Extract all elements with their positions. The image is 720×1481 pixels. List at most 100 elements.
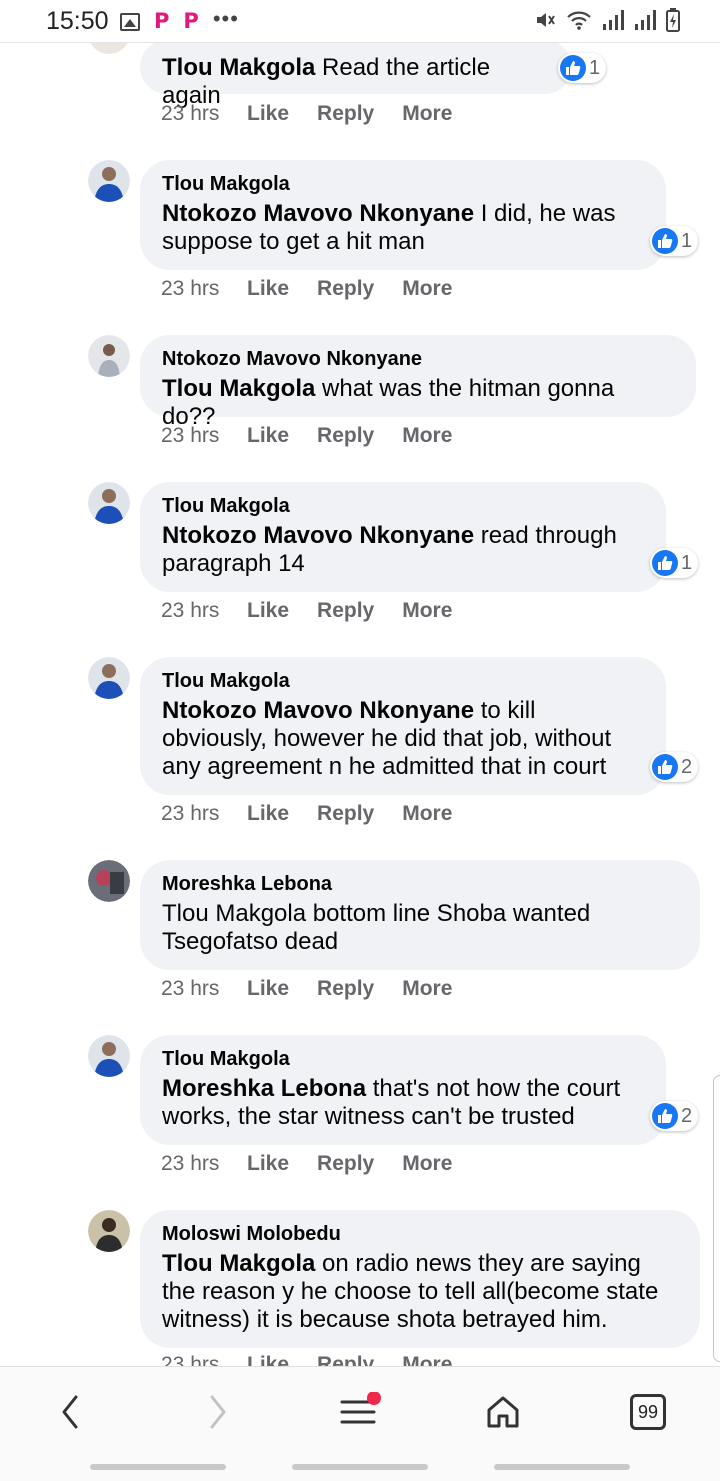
comment-author[interactable]: Tlou Makgola — [162, 172, 644, 196]
comment-author[interactable]: Tlou Makgola — [162, 669, 644, 693]
tabs-count: 99 — [637, 1401, 659, 1422]
thumbs-up-icon — [652, 1103, 678, 1129]
reply-button[interactable]: Reply — [317, 277, 374, 301]
more-button[interactable]: More — [402, 277, 452, 301]
thumbs-up-icon — [652, 550, 678, 576]
comment-text: Ntokozo Mavovo Nkonyane read through par… — [162, 522, 622, 578]
tabs-icon: 99 — [630, 1394, 666, 1430]
comment-mention[interactable]: Ntokozo Mavovo Nkonyane — [162, 697, 474, 724]
wifi-icon — [567, 11, 591, 30]
comment-author[interactable]: Ntokozo Mavovo Nkonyane — [162, 347, 674, 371]
like-button[interactable]: Like — [247, 277, 289, 301]
more-button[interactable]: More — [402, 977, 452, 1001]
comment-actions: 23 hrs Like Reply More — [161, 599, 480, 623]
avatar[interactable] — [88, 657, 130, 699]
comment-actions: 23 hrs Like Reply More — [161, 977, 480, 1001]
comment-bubble[interactable]: Tlou Makgola Read the article again — [140, 40, 572, 109]
more-button[interactable]: More — [402, 424, 452, 448]
reply-button[interactable]: Reply — [317, 802, 374, 826]
comment-bubble[interactable]: Tlou Makgola Ntokozo Mavovo Nkonyane to … — [140, 657, 666, 795]
comment-time: 23 hrs — [161, 802, 220, 825]
chevron-left-icon — [62, 1395, 78, 1429]
forward-button[interactable] — [193, 1389, 243, 1435]
back-button[interactable] — [45, 1389, 95, 1435]
like-button[interactable]: Like — [247, 802, 289, 826]
edge-panel-handle[interactable] — [713, 1075, 720, 1362]
status-time: 15:50 — [46, 7, 109, 35]
comment-time: 23 hrs — [161, 977, 220, 1000]
reply-button[interactable]: Reply — [317, 102, 374, 126]
thumbs-up-icon — [560, 55, 586, 81]
comment-bubble[interactable]: Moreshka Lebona Tlou Makgola bottom line… — [140, 860, 700, 970]
avatar[interactable] — [88, 860, 130, 902]
comment-mention[interactable]: Ntokozo Mavovo Nkonyane — [162, 200, 474, 227]
like-count: 2 — [681, 755, 693, 778]
comment-bubble[interactable]: Tlou Makgola Moreshka Lebona that's not … — [140, 1035, 666, 1145]
like-button[interactable]: Like — [247, 599, 289, 623]
reply-button[interactable]: Reply — [317, 1152, 374, 1176]
system-icons — [534, 8, 680, 32]
comment-time: 23 hrs — [161, 424, 220, 447]
comment-time: 23 hrs — [161, 1353, 220, 1366]
thumbs-up-icon — [652, 754, 678, 780]
status-bar: 15:50 𝗣 𝗣 ••• — [0, 0, 720, 43]
like-button[interactable]: Like — [247, 424, 289, 448]
home-button[interactable] — [478, 1389, 528, 1435]
comment-author[interactable]: Moloswi Molobedu — [162, 1222, 678, 1246]
comment-mention[interactable]: Tlou Makgola — [162, 1250, 315, 1277]
gallery-icon — [120, 12, 140, 31]
like-button[interactable]: Like — [247, 977, 289, 1001]
comment-bubble[interactable]: Tlou Makgola Ntokozo Mavovo Nkonyane I d… — [140, 160, 666, 270]
more-notifications-icon: ••• — [212, 5, 239, 31]
more-button[interactable]: More — [402, 1152, 452, 1176]
like-button[interactable]: Like — [247, 1353, 289, 1366]
mute-icon — [537, 13, 555, 27]
avatar[interactable] — [88, 160, 130, 202]
avatar[interactable] — [88, 482, 130, 524]
like-reaction[interactable]: 1 — [650, 548, 699, 578]
comment-bubble[interactable]: Ntokozo Mavovo Nkonyane Tlou Makgola wha… — [140, 335, 696, 430]
tabs-button[interactable]: 99 — [623, 1389, 673, 1435]
gesture-bar[interactable] — [90, 1464, 226, 1470]
comment-time: 23 hrs — [161, 599, 220, 622]
gesture-bar[interactable] — [292, 1464, 428, 1470]
more-button[interactable]: More — [402, 102, 452, 126]
comment-mention[interactable]: Moreshka Lebona — [162, 1075, 366, 1102]
menu-button[interactable] — [334, 1389, 384, 1435]
reply-button[interactable]: Reply — [317, 977, 374, 1001]
like-reaction[interactable]: 1 — [558, 53, 607, 83]
comment-mention[interactable]: Ntokozo Mavovo Nkonyane — [162, 522, 474, 549]
comment-text: Ntokozo Mavovo Nkonyane I did, he was su… — [162, 200, 644, 256]
more-button[interactable]: More — [402, 802, 452, 826]
signal-icon — [635, 10, 656, 30]
more-button[interactable]: More — [402, 1353, 452, 1366]
like-button[interactable]: Like — [247, 1152, 289, 1176]
avatar[interactable] — [88, 1210, 130, 1252]
comment-bubble[interactable]: Moloswi Molobedu Tlou Makgola on radio n… — [140, 1210, 700, 1348]
comment-actions: 23 hrs Like Reply More — [161, 1353, 480, 1366]
like-count: 1 — [681, 229, 693, 252]
reply-button[interactable]: Reply — [317, 1353, 374, 1366]
comment-mention[interactable]: Tlou Makgola — [162, 375, 315, 402]
avatar[interactable] — [88, 1035, 130, 1077]
comment-actions: 23 hrs Like Reply More — [161, 102, 480, 126]
comment-author[interactable]: Tlou Makgola — [162, 1047, 644, 1071]
comment-bubble[interactable]: Tlou Makgola Ntokozo Mavovo Nkonyane rea… — [140, 482, 666, 592]
reply-button[interactable]: Reply — [317, 424, 374, 448]
like-button[interactable]: Like — [247, 102, 289, 126]
comment-mention[interactable]: Tlou Makgola — [162, 54, 315, 81]
comment-actions: 23 hrs Like Reply More — [161, 277, 480, 301]
comment-actions: 23 hrs Like Reply More — [161, 424, 480, 448]
like-reaction[interactable]: 2 — [650, 1101, 699, 1131]
comment-author[interactable]: Moreshka Lebona — [162, 872, 678, 896]
like-reaction[interactable]: 2 — [650, 752, 699, 782]
avatar[interactable] — [88, 335, 130, 377]
comment-thread: Tlou Makgola Read the article again 1 23… — [0, 0, 720, 1366]
more-button[interactable]: More — [402, 599, 452, 623]
comment-author[interactable]: Tlou Makgola — [162, 494, 644, 518]
reply-button[interactable]: Reply — [317, 599, 374, 623]
comment-text: Moreshka Lebona that's not how the court… — [162, 1075, 644, 1131]
like-reaction[interactable]: 1 — [650, 226, 699, 256]
battery-charging-icon — [666, 8, 680, 32]
gesture-bar[interactable] — [494, 1464, 630, 1470]
